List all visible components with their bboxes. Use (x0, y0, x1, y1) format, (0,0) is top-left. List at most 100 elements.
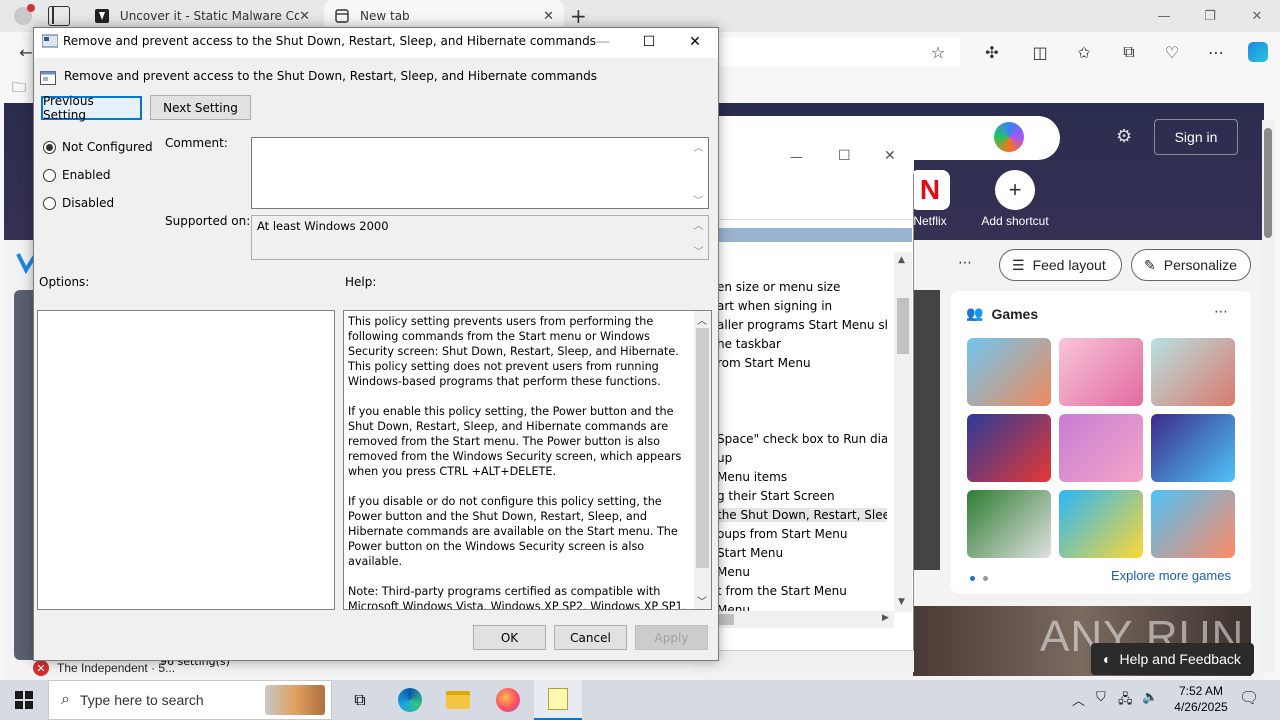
gpe-list-item[interactable]: aller programs Start Menu sh... (717, 318, 887, 332)
new-tab-button[interactable]: + (570, 4, 587, 28)
scroll-right-icon[interactable]: ▶ (882, 613, 889, 623)
gpe-list-item[interactable]: g their Start Screen (717, 489, 887, 503)
shortcut-add[interactable]: + Add shortcut (980, 170, 1050, 228)
browser-restore-button[interactable]: ❐ (1187, 0, 1233, 32)
scroll-down-icon[interactable]: ﹀ (694, 192, 704, 207)
scroll-down-icon[interactable]: ﹀ (697, 593, 707, 608)
scroll-up-icon[interactable]: ︿ (697, 312, 707, 327)
personalize-button[interactable]: ✎ Personalize (1131, 249, 1251, 281)
feed-layout-button[interactable]: ☰ Feed layout (999, 249, 1122, 281)
browser-minimize-button[interactable]: — (1141, 0, 1187, 32)
game-tile[interactable] (1151, 414, 1235, 482)
game-tile[interactable] (1151, 490, 1235, 558)
game-tile[interactable] (967, 414, 1051, 482)
gpe-list-item[interactable]: oups from Start Menu (717, 527, 887, 541)
firefox-taskbar-app[interactable] (484, 680, 532, 720)
help-feedback-button[interactable]: ◐ Help and Feedback (1091, 643, 1254, 675)
performance-icon[interactable]: ♡ (1160, 40, 1184, 64)
tray-chevron-icon[interactable]: ︿ (1072, 690, 1085, 709)
cancel-button[interactable]: Cancel (554, 625, 627, 650)
gpe-scroll-thumb[interactable] (897, 298, 909, 354)
gpe-list-item[interactable]: t from the Start Menu (717, 584, 887, 598)
collections-icon[interactable]: ⧉ (1117, 40, 1141, 64)
file-explorer-taskbar-app[interactable] (434, 680, 482, 720)
comment-scrollbar[interactable]: ︿ ﹀ (690, 139, 707, 207)
notifications-icon[interactable]: 🗨 (1239, 688, 1259, 707)
gpe-list-item[interactable]: Menu (717, 565, 887, 579)
network-icon[interactable]: 🖧 (1118, 690, 1133, 712)
browser-close-button[interactable]: ✕ (1234, 0, 1280, 32)
supported-scrollbar[interactable]: ︿ ﹀ (690, 217, 707, 258)
gpe-close-button[interactable]: ✕ (884, 148, 896, 164)
favorites-icon[interactable]: ✩ (1072, 40, 1096, 64)
address-bar[interactable] (700, 37, 960, 67)
tab-actions-icon[interactable] (48, 6, 70, 26)
start-button[interactable] (0, 680, 48, 720)
ok-button[interactable]: OK (473, 625, 546, 650)
gpe-list-item[interactable]: he taskbar (717, 337, 887, 351)
notepad-taskbar-app[interactable] (534, 680, 582, 720)
gpe-list-item[interactable]: art when signing in (717, 299, 887, 313)
profile-avatar[interactable] (8, 2, 38, 30)
radio-button-selected[interactable] (43, 140, 56, 154)
comment-textarea[interactable]: ︿ ﹀ (251, 137, 709, 209)
scroll-down-icon[interactable]: ﹀ (694, 243, 704, 258)
copilot-icon[interactable] (1246, 40, 1270, 64)
game-tile[interactable] (967, 338, 1051, 406)
gpe-list-item[interactable]: up (717, 451, 887, 465)
radio-disabled[interactable]: Disabled (43, 196, 114, 210)
scroll-up-icon[interactable]: ︿ (694, 217, 704, 232)
game-tile[interactable] (1059, 414, 1143, 482)
gpe-list-item-selected[interactable]: the Shut Down, Restart, Sleep... (717, 508, 887, 522)
gpe-minimize-button[interactable]: — (790, 150, 803, 165)
gpe-list-item[interactable]: Menu (717, 603, 887, 611)
scroll-up-icon[interactable]: ▲ (898, 255, 905, 265)
gpe-list-item[interactable]: en size or menu size (717, 280, 887, 294)
gpe-horizontal-scrollbar[interactable] (716, 611, 894, 628)
volume-icon[interactable]: 🔈 (1142, 690, 1158, 705)
taskbar-search-box[interactable]: ⌕ Type here to search (48, 680, 332, 720)
radio-not-configured[interactable]: Not Configured (43, 140, 153, 154)
dialog-maximize-button[interactable]: ☐ (626, 30, 672, 54)
help-scroll-thumb[interactable] (696, 328, 709, 568)
radio-button[interactable] (43, 168, 56, 182)
game-tile[interactable] (967, 490, 1051, 558)
gear-icon[interactable]: ⚙ (1116, 126, 1132, 147)
folder-icon[interactable]: 🗀 (12, 77, 26, 101)
gpe-list-item[interactable]: Start Menu (717, 546, 887, 560)
gpe-list-item[interactable]: rom Start Menu (717, 356, 887, 370)
task-view-button[interactable]: ⧉ (336, 680, 384, 720)
sign-in-button[interactable]: Sign in (1154, 119, 1238, 155)
game-tile[interactable] (1151, 338, 1235, 406)
tray-app-icon[interactable]: ⛉ (1096, 690, 1106, 705)
scroll-down-icon[interactable]: ▼ (898, 597, 905, 607)
dialog-close-button[interactable]: ✕ (672, 30, 718, 54)
radio-enabled[interactable]: Enabled (43, 168, 111, 182)
news-source[interactable]: ✕ The Independent · 5... (33, 660, 176, 676)
carousel-dot[interactable] (983, 576, 988, 581)
gpe-list-item[interactable]: Menu items (717, 470, 887, 484)
gpe-list-item[interactable]: Space" check box to Run dial... (717, 432, 887, 446)
feed-more-icon[interactable]: ⋯ (958, 255, 972, 271)
explore-games-link[interactable]: Explore more games (1111, 568, 1231, 583)
taskbar-clock[interactable]: 7:52 AM 4/26/2025 (1168, 683, 1234, 715)
gpe-maximize-button[interactable]: ☐ (838, 148, 851, 164)
copilot-logo-icon[interactable] (994, 122, 1024, 152)
extensions-icon[interactable]: ✣ (980, 40, 1004, 64)
favorite-star-icon[interactable]: ☆ (926, 40, 950, 64)
close-tab-icon[interactable]: ✕ (543, 9, 554, 24)
scroll-up-icon[interactable]: ︿ (694, 139, 704, 154)
split-screen-icon[interactable]: ◫ (1028, 40, 1052, 64)
previous-setting-button[interactable]: Previous Setting (41, 94, 142, 122)
games-more-icon[interactable]: ⋯ (1214, 304, 1228, 320)
next-setting-button[interactable]: Next Setting (150, 95, 251, 120)
game-tile[interactable] (1059, 490, 1143, 558)
carousel-dot[interactable] (970, 576, 975, 581)
close-tab-icon[interactable]: ✕ (299, 9, 310, 24)
help-panel[interactable]: This policy setting prevents users from … (343, 310, 712, 610)
edge-taskbar-app[interactable] (386, 680, 434, 720)
settings-more-icon[interactable]: ⋯ (1204, 40, 1228, 64)
game-tile[interactable] (1059, 338, 1143, 406)
radio-button[interactable] (43, 196, 56, 210)
page-scrollbar[interactable] (1262, 120, 1274, 672)
